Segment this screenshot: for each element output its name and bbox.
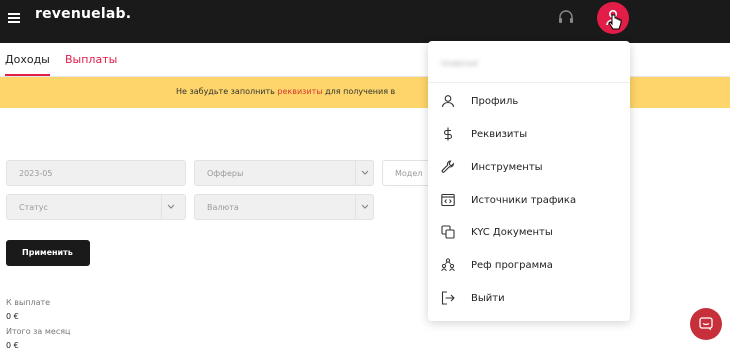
apply-button[interactable]: Применить <box>6 240 90 266</box>
active-tab-indicator <box>5 74 50 76</box>
referral-icon <box>441 258 455 272</box>
chat-icon <box>699 317 713 331</box>
stat-value: 0 € <box>6 312 19 321</box>
headset-icon[interactable] <box>557 8 575 26</box>
chat-button[interactable] <box>690 308 722 340</box>
model-select[interactable]: Модел <box>382 160 432 186</box>
offers-select[interactable]: Офферы <box>194 160 374 186</box>
chevron-down-icon <box>161 195 179 219</box>
menu-item-profile[interactable]: Профиль <box>428 89 630 115</box>
copy-icon <box>441 225 455 239</box>
menu-item-traffic-sources[interactable]: Источники трафика <box>428 188 630 214</box>
stat-label: К выплате <box>6 298 51 307</box>
stat-label: Итого за месяц <box>6 327 71 336</box>
requisites-link[interactable]: реквизиты <box>277 87 322 96</box>
user-icon <box>441 95 455 108</box>
stat-value: 0 € <box>6 341 19 350</box>
currency-select[interactable]: Валюта <box>194 194 374 220</box>
wrench-icon <box>441 160 454 173</box>
code-window-icon <box>441 193 455 207</box>
dollar-icon <box>443 127 453 141</box>
username: Unakovel <box>441 59 478 68</box>
logout-icon <box>441 291 455 305</box>
profile-dropdown: Unakovel Профиль Реквизиты Инструменты И… <box>428 41 630 321</box>
hand-cursor-icon <box>608 14 622 30</box>
period-select[interactable]: 2023-05 <box>6 160 186 186</box>
chevron-down-icon <box>355 161 373 185</box>
chevron-down-icon <box>355 195 373 219</box>
tab-income[interactable]: Доходы <box>5 53 50 66</box>
dropdown-header: Unakovel <box>428 41 630 83</box>
hamburger-icon[interactable] <box>8 13 20 23</box>
logo[interactable]: revenuelab. <box>35 6 131 22</box>
menu-item-logout[interactable]: Выйти <box>428 286 630 312</box>
tab-payouts[interactable]: Выплаты <box>65 53 117 66</box>
menu-item-kyc-documents[interactable]: KYC Документы <box>428 220 630 246</box>
menu-item-referral[interactable]: Реф программа <box>428 253 630 279</box>
menu-item-requisites[interactable]: Реквизиты <box>428 122 630 148</box>
banner-text: Не забудьте заполнить реквизиты для полу… <box>176 87 396 96</box>
menu-item-tools[interactable]: Инструменты <box>428 155 630 181</box>
status-select[interactable]: Статус <box>6 194 186 220</box>
